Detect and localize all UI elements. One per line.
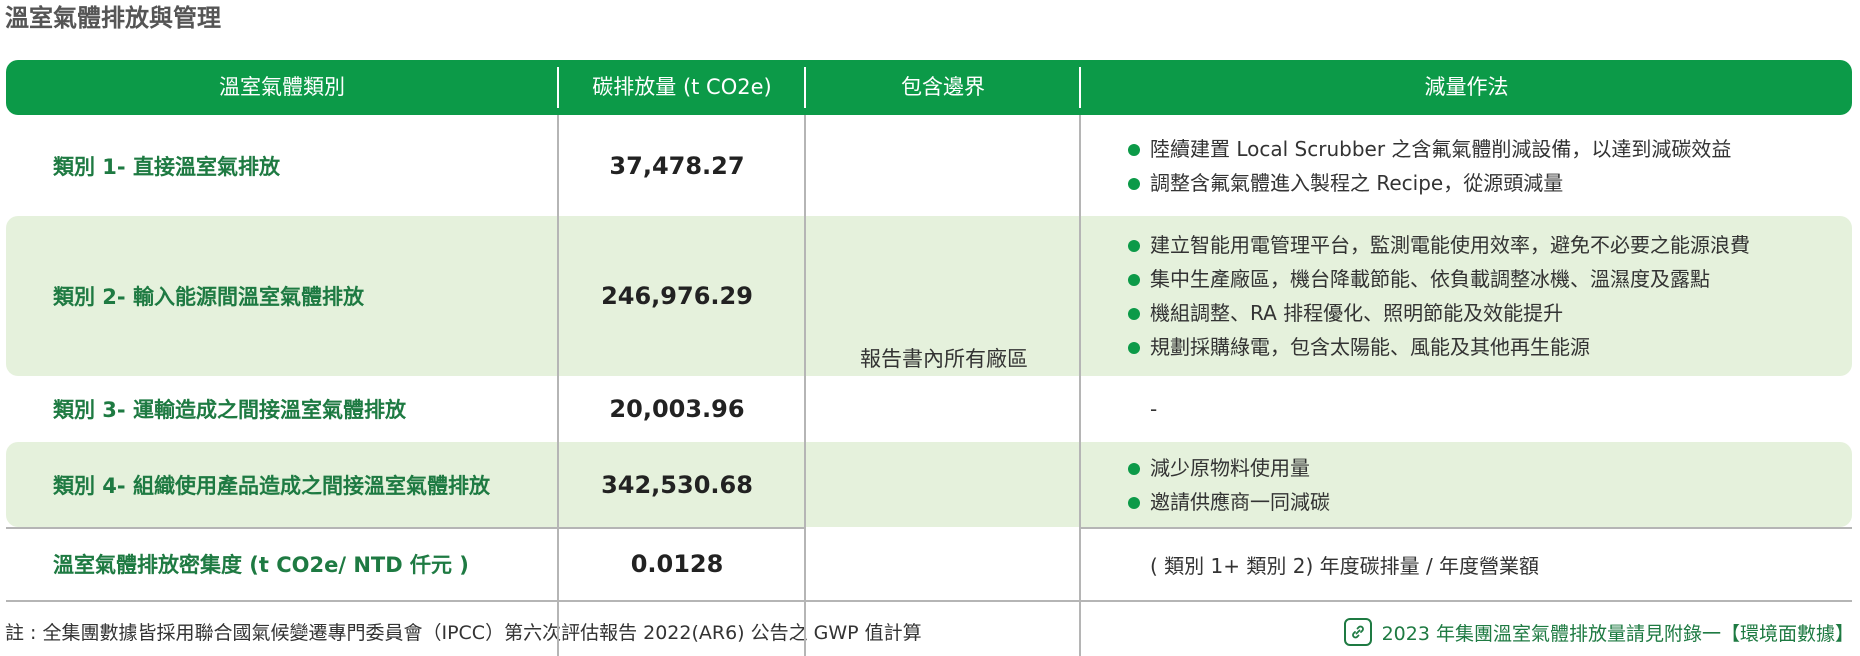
appendix-reference-link[interactable]: 2023 年集團溫室氣體排放量請見附錄一【環境面數據】 (1343, 618, 1854, 646)
reduction-methods: 陸續建置 Local Scrubber 之含氟氣體削減設備，以達到減碳效益 調整… (1126, 115, 1841, 216)
method-item: 減少原物料使用量 (1126, 451, 1330, 485)
reduction-methods: - (1126, 376, 1841, 442)
header-emission: 碳排放量 (t CO2e) (592, 75, 772, 99)
header-boundary: 包含邊界 (901, 75, 985, 99)
table-header: 溫室氣體類別 碳排放量 (t CO2e) 包含邊界 減量作法 (6, 60, 1852, 115)
row-divider (1079, 527, 1852, 529)
category-label: 類別 4- 組織使用產品造成之間接溫室氣體排放 (53, 473, 490, 498)
method-item: 機組調整、RA 排程優化、照明節能及效能提升 (1126, 296, 1750, 330)
boundary-cell: 報告書內所有廠區 (860, 347, 1028, 371)
emission-value: 342,530.68 (601, 470, 753, 499)
header-category: 溫室氣體類別 (219, 75, 345, 99)
method-text: ( 類別 1+ 類別 2) 年度碳排量 / 年度營業額 (1150, 553, 1540, 578)
emission-value: 20,003.96 (609, 395, 745, 423)
category-label: 類別 3- 運輸造成之間接溫室氣體排放 (53, 398, 406, 422)
reference-text: 2023 年集團溫室氣體排放量請見附錄一【環境面數據】 (1381, 622, 1854, 645)
emission-value: 0.0128 (630, 550, 724, 578)
table-bottom-line (6, 600, 1852, 602)
bullet-dot (1128, 308, 1140, 320)
column-divider (804, 115, 806, 656)
bullet-dot (1128, 274, 1140, 286)
reduction-methods: 建立智能用電管理平台，監測電能使用效率，避免不必要之能源浪費 集中生產廠區，機台… (1126, 216, 1841, 376)
method-item: 陸續建置 Local Scrubber 之含氟氣體削減設備，以達到減碳效益 (1126, 132, 1731, 166)
category-label: 類別 2- 輸入能源間溫室氣體排放 (53, 285, 364, 309)
row-divider (6, 527, 804, 529)
emission-value: 37,478.27 (609, 151, 745, 180)
method-item: 邀請供應商一同減碳 (1126, 485, 1330, 519)
header-methods: 減量作法 (1424, 75, 1509, 99)
bullet-dot (1128, 177, 1140, 190)
footnote: 註 : 全集團數據皆採用聯合國氣候變遷專門委員會（IPCC）第六次評估報告 20… (5, 622, 922, 644)
method-item: 調整含氟氣體進入製程之 Recipe，從源頭減量 (1126, 166, 1731, 200)
category-label: 類別 1- 直接溫室氣排放 (53, 154, 280, 179)
column-divider (557, 115, 559, 656)
bullet-dot (1128, 240, 1140, 252)
bullet-dot (1128, 462, 1140, 475)
method-item: 建立智能用電管理平台，監測電能使用效率，避免不必要之能源浪費 (1126, 228, 1750, 262)
link-icon (1343, 618, 1372, 646)
reduction-methods: 減少原物料使用量 邀請供應商一同減碳 (1126, 442, 1841, 527)
reduction-methods: ( 類別 1+ 類別 2) 年度碳排量 / 年度營業額 (1126, 527, 1841, 601)
bullet-dot (1128, 143, 1140, 156)
bullet-dot (1128, 496, 1140, 509)
method-item: 集中生產廠區，機台降載節能、依負載調整冰機、溫濕度及露點 (1126, 262, 1750, 296)
bullet-dot (1128, 342, 1140, 354)
category-label: 溫室氣體排放密集度 (t CO2e/ NTD 仟元 ) (53, 553, 469, 577)
method-text: - (1150, 397, 1158, 421)
column-divider (1079, 115, 1081, 656)
page-title: 溫室氣體排放與管理 (5, 4, 221, 32)
method-item: 規劃採購綠電，包含太陽能、風能及其他再生能源 (1126, 330, 1750, 364)
emission-value: 246,976.29 (601, 282, 753, 310)
emissions-table: 溫室氣體類別 碳排放量 (t CO2e) 包含邊界 減量作法 類別 1- 直接溫… (6, 60, 1852, 656)
